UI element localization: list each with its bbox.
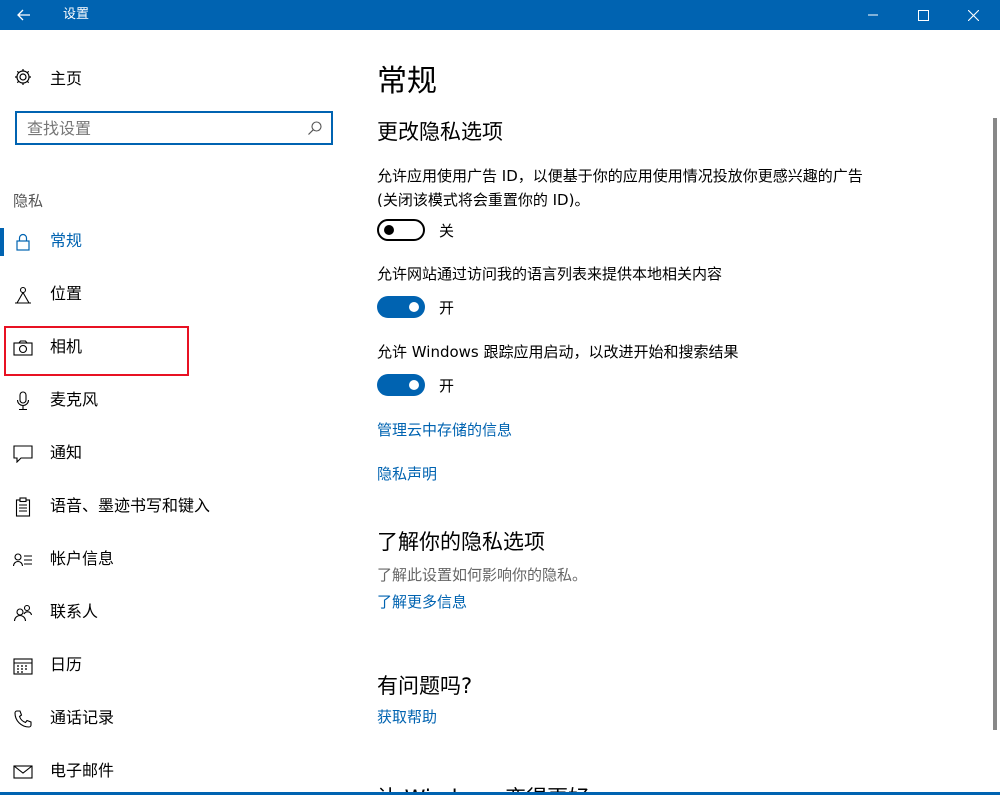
calendar-icon [12, 655, 34, 677]
advertising-id-toggle[interactable] [377, 219, 425, 241]
email-icon [12, 761, 34, 783]
sidebar-item-label: 通知 [50, 443, 83, 462]
toggle-knob [409, 380, 419, 390]
search-button[interactable] [307, 120, 323, 140]
home-label: 主页 [50, 69, 83, 88]
call-history-icon [12, 708, 34, 730]
sidebar-item-speech-inking[interactable]: 语音、墨迹书写和键入 [0, 488, 345, 524]
sidebar-item-email[interactable]: 电子邮件 [0, 753, 345, 789]
sidebar-item-location[interactable]: 位置 [0, 276, 345, 312]
sidebar-item-label: 语音、墨迹书写和键入 [50, 496, 211, 515]
sidebar-item-microphone[interactable]: 麦克风 [0, 382, 345, 418]
camera-icon [12, 337, 34, 359]
contacts-icon [12, 602, 34, 624]
sidebar-item-label: 麦克风 [50, 390, 99, 409]
advertising-id-toggle-row: 关 [377, 218, 454, 242]
toggle-state-label: 开 [439, 298, 455, 317]
minimize-button[interactable] [850, 0, 896, 30]
home-link[interactable]: 主页 [14, 66, 82, 88]
window-title: 设置 [63, 7, 90, 22]
sidebar-item-label: 日历 [50, 655, 83, 674]
location-icon [12, 284, 34, 306]
account-info-icon [12, 549, 34, 571]
close-icon [967, 9, 979, 21]
privacy-statement-link[interactable]: 隐私声明 [377, 463, 437, 484]
sidebar-item-calendar[interactable]: 日历 [0, 647, 345, 683]
back-arrow-icon [17, 9, 30, 21]
sidebar-item-label: 通话记录 [50, 708, 115, 727]
app-launch-tracking-toggle[interactable] [377, 374, 425, 396]
language-list-toggle[interactable] [377, 296, 425, 318]
toggle-knob [384, 225, 394, 235]
learn-privacy-description: 了解此设置如何影响你的隐私。 [377, 566, 588, 584]
search-icon [308, 121, 322, 135]
minimize-icon [868, 14, 878, 16]
language-list-toggle-row: 开 [377, 295, 454, 319]
toggle-state-label: 关 [439, 221, 455, 240]
option-description: 允许 Windows 跟踪应用启动，以改进开始和搜索结果 [377, 343, 739, 361]
microphone-icon [12, 390, 34, 412]
sidebar-item-account-info[interactable]: 帐户信息 [0, 541, 345, 577]
main-content: 常规 更改隐私选项 允许应用使用广告 ID，以便基于你的应用使用情况投放你更感兴… [345, 30, 990, 795]
sidebar-item-label: 常规 [50, 231, 83, 250]
sidebar-item-contacts[interactable]: 联系人 [0, 594, 345, 630]
sidebar-item-label: 联系人 [50, 602, 99, 621]
app-launch-toggle-row: 开 [377, 373, 454, 397]
sidebar-item-label: 位置 [50, 284, 83, 303]
page-title: 常规 [377, 64, 437, 99]
search-input[interactable] [27, 118, 297, 138]
toggle-state-label: 开 [439, 376, 455, 395]
title-bar: 设置 [0, 0, 1000, 30]
get-help-link[interactable]: 获取帮助 [377, 706, 437, 727]
maximize-icon [917, 9, 929, 21]
option-description: 允许应用使用广告 ID，以便基于你的应用使用情况投放你更感兴趣的广告(关闭该模式… [377, 167, 863, 209]
sidebar-item-general[interactable]: 常规 [0, 223, 345, 259]
close-button[interactable] [950, 0, 996, 30]
help-title: 有问题吗? [377, 674, 473, 698]
learn-privacy-title: 了解你的隐私选项 [377, 530, 545, 554]
sidebar-item-label: 帐户信息 [50, 549, 115, 568]
maximize-button[interactable] [900, 0, 946, 30]
sidebar: 主页 隐私 常规 位置 相机 麦克风 通知 语音、墨迹书写和键入 帐户信息 联系… [0, 30, 345, 795]
section-label-privacy: 隐私 [13, 192, 44, 210]
sidebar-item-call-history[interactable]: 通话记录 [0, 700, 345, 736]
manage-cloud-info-link[interactable]: 管理云中存储的信息 [377, 419, 512, 440]
sidebar-item-camera[interactable]: 相机 [0, 329, 345, 365]
learn-more-link[interactable]: 了解更多信息 [377, 591, 467, 612]
back-button[interactable] [0, 0, 48, 30]
search-box[interactable] [15, 111, 333, 145]
scrollbar-thumb[interactable] [993, 118, 997, 730]
sidebar-item-label: 相机 [50, 337, 83, 356]
notification-icon [12, 443, 34, 465]
clipboard-icon [12, 496, 34, 518]
scrollbar[interactable] [990, 30, 1000, 795]
gear-icon [15, 69, 31, 85]
lock-icon [12, 231, 34, 253]
toggle-knob [409, 302, 419, 312]
section-title: 更改隐私选项 [377, 120, 503, 144]
sidebar-item-label: 电子邮件 [50, 761, 115, 780]
sidebar-item-notifications[interactable]: 通知 [0, 435, 345, 471]
option-description: 允许网站通过访问我的语言列表来提供本地相关内容 [377, 265, 723, 283]
